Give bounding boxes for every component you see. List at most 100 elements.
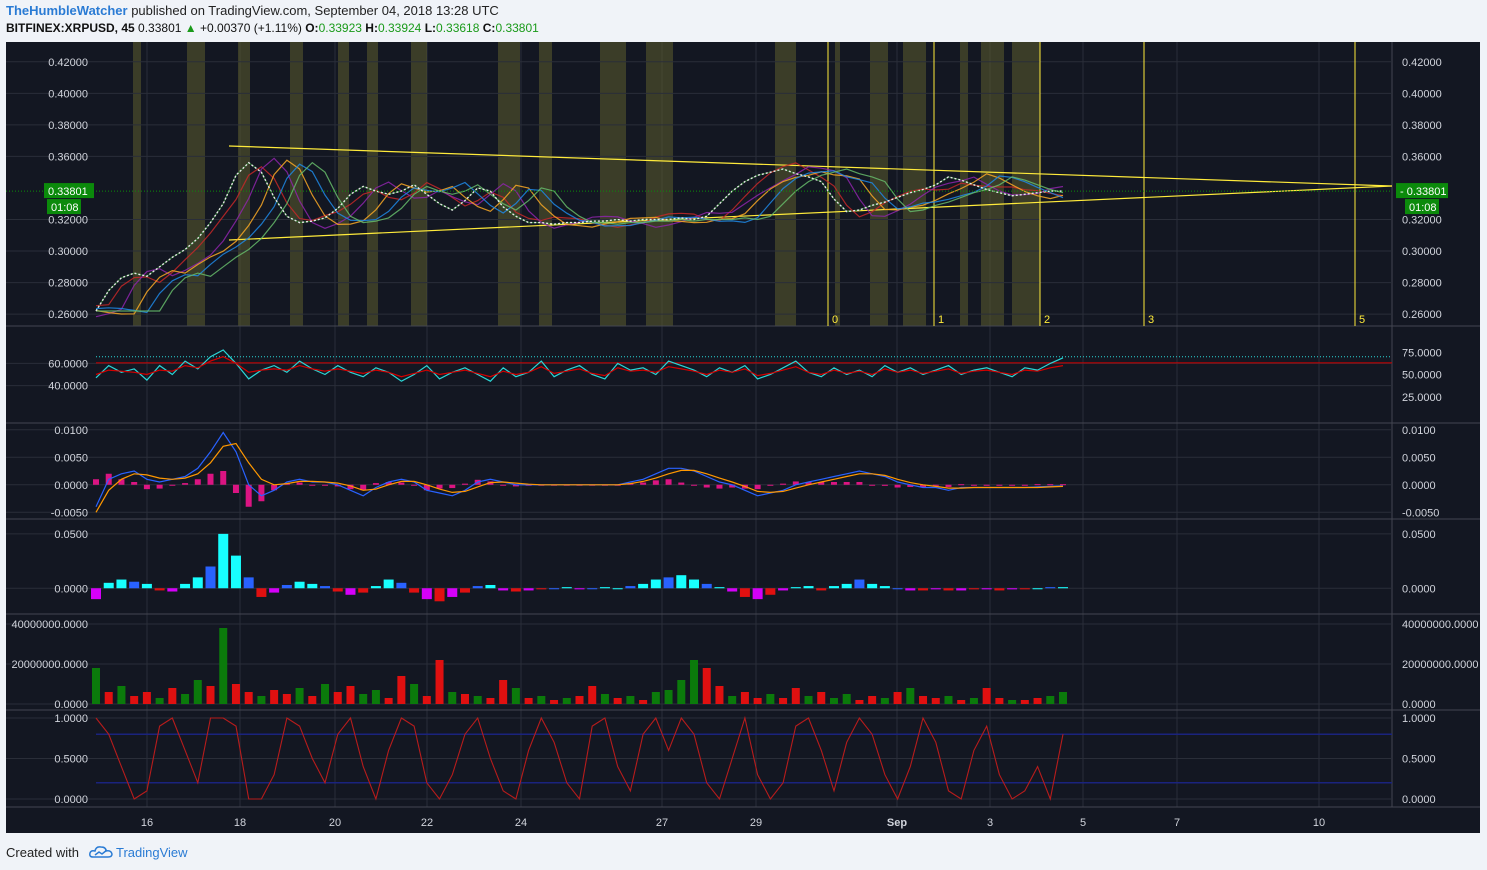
volume-bar [308,696,317,704]
macd-histogram-bar [131,482,138,485]
macd-histogram-bar [118,479,125,485]
highlight-band [367,42,378,326]
macd-histogram-bar [93,479,99,485]
momentum-bar [332,588,343,592]
momentum-bar [1007,588,1018,590]
price-tick-right: 0.40000 [1402,88,1442,100]
price-tick-left: 0.28000 [48,278,88,290]
time-cycle-label: 3 [1148,314,1154,326]
macd-histogram-bar [500,484,507,486]
volume-bar [499,680,508,704]
macd-histogram-bar [678,482,685,485]
macd-histogram-bar [958,484,965,486]
macd-histogram-bar [1047,484,1054,486]
tradingview-link[interactable]: TradingView [116,845,188,860]
volume-tick-right: 0.0000 [1402,699,1436,711]
momentum-bar [523,588,534,591]
momentum-bar [167,588,178,592]
volume-bar [613,698,622,704]
momentum-bar [141,583,152,589]
macd-histogram-bar [322,484,329,486]
time-tick-label: 27 [656,817,668,829]
macd-histogram-bar [691,484,698,486]
price-tick-left: 0.40000 [48,88,88,100]
price-change: +0.00370 (+1.11%) [200,21,302,35]
volume-bar [1046,696,1055,704]
volume-bar [524,698,533,704]
price-tick-right: 0.38000 [1402,120,1442,132]
momentum-bar [383,579,394,589]
macd-histogram-bar [652,480,659,485]
volume-bar [1033,698,1042,704]
momentum-bar [841,583,852,589]
volume-bar [817,692,826,704]
macd-histogram-bar [194,479,201,485]
volume-bar [117,686,126,704]
volume-bar [397,676,406,704]
volume-bar [651,692,660,704]
volume-bar [92,668,100,704]
last-price-tag-right-text: - 0.33801 [1400,186,1446,198]
high-label: H: [365,21,378,35]
macd-histogram-bar [856,482,863,485]
momentum-bar [421,588,432,600]
volume-bar [371,690,380,704]
volume-bar [931,698,940,704]
macd-histogram-bar [169,484,176,486]
momentum-bar [345,588,356,595]
momentum-bar [574,588,585,590]
momentum-bar [294,581,305,589]
chart-container[interactable]: 0.26000 0.26000 0.28000 0.28000 0.30000 0.300… [6,42,1480,833]
author-link[interactable]: TheHumbleWatcher [6,3,128,18]
momentum-bar [879,586,890,589]
volume-bar [486,698,495,704]
volume-bar [410,684,419,704]
price-tick-right: 0.28000 [1402,278,1442,290]
chart-svg[interactable]: 0.26000 0.26000 0.28000 0.28000 0.30000 0.300… [6,42,1480,833]
macd-histogram-bar [869,484,876,486]
momentum-bar [765,588,776,595]
highlight-band [133,42,141,326]
macd-tick-right: 0.0000 [1402,480,1436,492]
publish-header: TheHumbleWatcher published on TradingVie… [6,3,499,18]
volume-bar [995,698,1004,704]
stoch-tick-right: 1.0000 [1402,713,1436,725]
volume-bar [829,698,838,704]
volume-bar [588,686,597,704]
volume-bar [511,688,520,704]
momentum-bar [129,581,140,589]
time-tick-label: 22 [421,817,433,829]
time-cycle-label: 2 [1044,314,1050,326]
volume-bar [562,698,571,704]
momentum-bar [243,577,254,589]
last-price-tag-left-text: 0.33801 [48,186,88,198]
momentum-bar [409,588,420,593]
volume-bar [270,690,279,704]
macd-histogram-bar [881,484,888,486]
macd-histogram-bar [232,484,239,493]
momentum-bar [587,588,598,590]
volume-bar [842,694,851,704]
momentum-tick-left: 0.0000 [54,583,88,595]
macd-histogram-bar [398,482,405,485]
momentum-bar [701,583,712,589]
volume-bar [333,692,342,704]
price-tick-right: 0.36000 [1402,151,1442,163]
volume-tick-right: 20000000.0000 [1402,659,1478,671]
macd-histogram-bar [143,484,150,490]
volume-bar [1020,700,1029,704]
countdown-tag-left-text: 01:08 [51,202,79,214]
stoch-tick-left: 1.0000 [54,713,88,725]
time-tick-label: 10 [1313,817,1325,829]
momentum-bar [370,586,381,589]
time-tick-label: Sep [887,817,907,829]
volume-bar [600,694,609,704]
triangle-up-icon: ▲ [184,21,197,35]
momentum-bar [205,566,216,589]
volume-bar [791,688,800,704]
volume-bar [168,688,177,704]
volume-bar [855,700,864,704]
volume-bar [715,686,724,704]
highlight-band [539,42,552,326]
footer: Created with TradingView [6,845,188,860]
